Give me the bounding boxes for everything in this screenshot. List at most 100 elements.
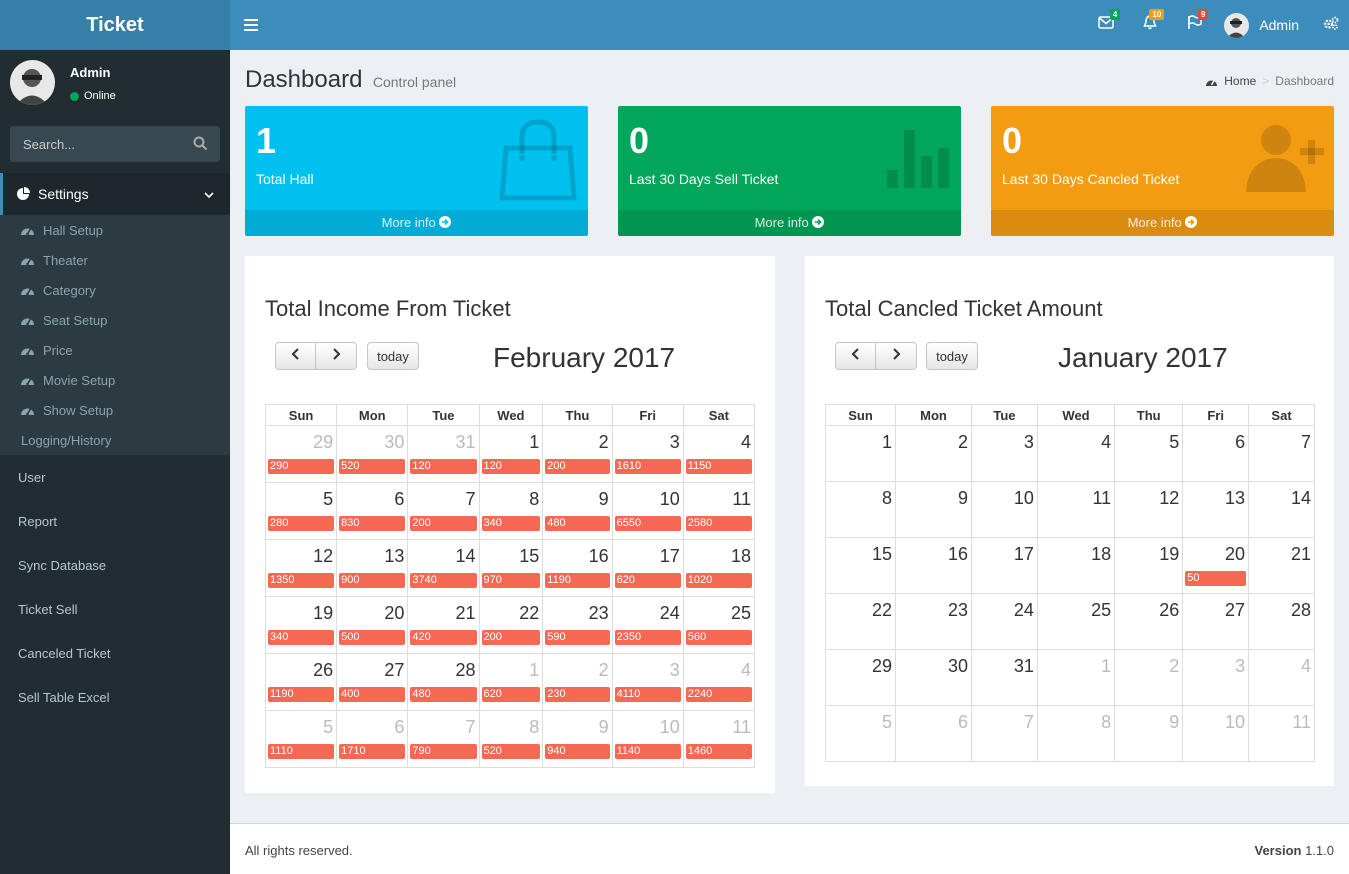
calendar-day-cell[interactable]: 1 620 — [478, 653, 544, 711]
calendar-day-cell[interactable]: 21 — [1248, 537, 1315, 594]
calendar-day-cell[interactable]: 15 970 — [478, 539, 544, 597]
calendar-event[interactable]: 500 — [339, 630, 406, 645]
sidebar-subitem-category[interactable]: Category — [0, 275, 230, 305]
calendar-day-cell[interactable]: 4 1150 — [682, 425, 756, 483]
calendar-day-cell[interactable]: 26 1190 — [264, 653, 338, 711]
calendar-day-cell[interactable]: 2 230 — [542, 653, 613, 711]
calendar-day-cell[interactable]: 16 1190 — [542, 539, 613, 597]
calendar-day-cell[interactable]: 29 — [824, 649, 897, 706]
calendar-prev-button[interactable] — [275, 342, 316, 370]
messages-button[interactable]: 4 — [1084, 0, 1128, 50]
calendar-day-cell[interactable]: 2 — [895, 425, 972, 482]
notifications-button[interactable]: 10 — [1128, 0, 1172, 50]
calendar-day-cell[interactable]: 8 — [1036, 705, 1116, 762]
calendar-day-cell[interactable]: 8 520 — [478, 710, 544, 768]
calendar-event[interactable]: 6550 — [614, 516, 681, 531]
calendar-day-cell[interactable]: 18 — [1036, 537, 1116, 594]
calendar-day-cell[interactable]: 11 2580 — [682, 482, 756, 540]
calendar-event[interactable]: 1460 — [685, 744, 752, 759]
calendar-day-cell[interactable]: 12 — [1114, 481, 1184, 538]
control-sidebar-toggle[interactable] — [1313, 0, 1349, 50]
calendar-day-cell[interactable]: 28 480 — [407, 653, 480, 711]
calendar-event[interactable]: 1710 — [339, 744, 406, 759]
calendar-event[interactable]: 340 — [481, 516, 541, 531]
calendar-day-cell[interactable]: 15 — [824, 537, 897, 594]
calendar-event[interactable]: 200 — [410, 516, 477, 531]
calendar-day-cell[interactable]: 3 4110 — [611, 653, 684, 711]
sidebar-item-report[interactable]: Report — [0, 499, 230, 543]
sidebar-toggle-icon[interactable] — [244, 18, 258, 36]
calendar-day-cell[interactable]: 31 — [971, 649, 1038, 706]
calendar-day-cell[interactable]: 23 590 — [542, 596, 613, 654]
calendar-event[interactable]: 1020 — [685, 573, 752, 588]
calendar-next-button[interactable] — [316, 342, 357, 370]
calendar-day-cell[interactable]: 10 — [1182, 705, 1250, 762]
calendar-day-cell[interactable]: 11 — [1036, 481, 1116, 538]
calendar-day-cell[interactable]: 14 — [1248, 481, 1315, 538]
calendar-day-cell[interactable]: 10 6550 — [611, 482, 684, 540]
calendar-day-cell[interactable]: 5 1110 — [264, 710, 338, 768]
sidebar-item-user[interactable]: User — [0, 455, 230, 499]
calendar-day-cell[interactable]: 25 — [1036, 593, 1116, 650]
calendar-day-cell[interactable]: 8 — [824, 481, 897, 538]
sidebar-subitem-movie-setup[interactable]: Movie Setup — [0, 365, 230, 395]
calendar-day-cell[interactable]: 17 — [971, 537, 1038, 594]
sidebar-item-settings[interactable]: Settings — [0, 173, 230, 215]
sidebar-subitem-seat-setup[interactable]: Seat Setup — [0, 305, 230, 335]
calendar-day-cell[interactable]: 6 1710 — [336, 710, 409, 768]
tasks-button[interactable]: 9 — [1172, 0, 1216, 50]
calendar-today-button[interactable]: today — [926, 342, 978, 370]
calendar-day-cell[interactable]: 27 — [1182, 593, 1250, 650]
calendar-event[interactable]: 2240 — [685, 687, 752, 702]
calendar-day-cell[interactable]: 3 1610 — [611, 425, 684, 483]
calendar-day-cell[interactable]: 1 120 — [478, 425, 544, 483]
calendar-event[interactable]: 400 — [339, 687, 406, 702]
calendar-day-cell[interactable]: 9 — [895, 481, 972, 538]
calendar-event[interactable]: 480 — [410, 687, 477, 702]
calendar-event[interactable]: 1610 — [614, 459, 681, 474]
calendar-day-cell[interactable]: 5 — [824, 705, 897, 762]
calendar-day-cell[interactable]: 18 1020 — [682, 539, 756, 597]
calendar-day-cell[interactable]: 6 — [895, 705, 972, 762]
calendar-day-cell[interactable]: 29 290 — [264, 425, 338, 483]
calendar-event[interactable]: 1150 — [685, 459, 752, 474]
calendar-day-cell[interactable]: 20 50 — [1182, 537, 1250, 594]
app-logo[interactable]: Ticket — [0, 0, 230, 50]
calendar-day-cell[interactable]: 17 620 — [611, 539, 684, 597]
calendar-event[interactable]: 230 — [545, 687, 610, 702]
calendar-event[interactable]: 200 — [481, 630, 541, 645]
calendar-day-cell[interactable]: 6 830 — [336, 482, 409, 540]
calendar-event[interactable]: 480 — [545, 516, 610, 531]
calendar-day-cell[interactable]: 22 200 — [478, 596, 544, 654]
calendar-event[interactable]: 590 — [545, 630, 610, 645]
calendar-day-cell[interactable]: 25 560 — [682, 596, 756, 654]
calendar-day-cell[interactable]: 12 1350 — [264, 539, 338, 597]
calendar-day-cell[interactable]: 7 — [971, 705, 1038, 762]
calendar-event[interactable]: 560 — [685, 630, 752, 645]
calendar-event[interactable]: 520 — [339, 459, 406, 474]
calendar-day-cell[interactable]: 24 2350 — [611, 596, 684, 654]
sidebar-item-sync-database[interactable]: Sync Database — [0, 543, 230, 587]
calendar-day-cell[interactable]: 30 520 — [336, 425, 409, 483]
calendar-day-cell[interactable]: 1 — [1036, 649, 1116, 706]
calendar-event[interactable]: 2580 — [685, 516, 752, 531]
user-menu[interactable]: Admin — [1216, 12, 1313, 38]
calendar-day-cell[interactable]: 8 340 — [478, 482, 544, 540]
sidebar-subitem-price[interactable]: Price — [0, 335, 230, 365]
calendar-day-cell[interactable]: 30 — [895, 649, 972, 706]
calendar-event[interactable]: 830 — [339, 516, 406, 531]
calendar-day-cell[interactable]: 13 900 — [336, 539, 409, 597]
calendar-day-cell[interactable]: 3 — [971, 425, 1038, 482]
calendar-event[interactable]: 1110 — [268, 744, 335, 759]
calendar-day-cell[interactable]: 7 790 — [407, 710, 480, 768]
calendar-event[interactable]: 50 — [1185, 571, 1247, 586]
calendar-day-cell[interactable]: 2 — [1114, 649, 1184, 706]
calendar-day-cell[interactable]: 1 — [824, 425, 897, 482]
more-info-link[interactable]: More info — [245, 210, 588, 236]
calendar-event[interactable]: 1140 — [614, 744, 681, 759]
calendar-day-cell[interactable]: 9 940 — [542, 710, 613, 768]
sidebar-subitem-hall-setup[interactable]: Hall Setup — [0, 215, 230, 245]
calendar-event[interactable]: 900 — [339, 573, 406, 588]
calendar-next-button[interactable] — [876, 342, 917, 370]
calendar-day-cell[interactable]: 14 3740 — [407, 539, 480, 597]
